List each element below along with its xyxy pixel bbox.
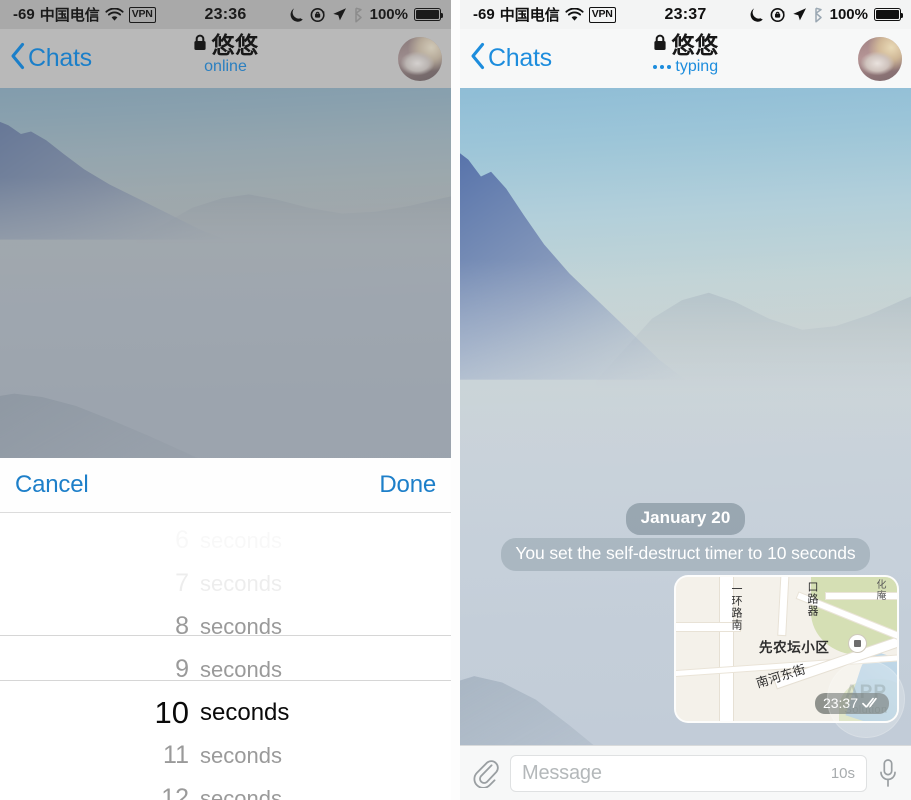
nav-bar-left: Chats 悠悠 online — [0, 29, 451, 88]
message-list[interactable]: January 20 You set the self-destruct tim… — [460, 88, 911, 745]
map-road-label: 口路器 — [806, 581, 818, 617]
contact-status: online — [204, 58, 247, 76]
picker-row-value: 7 — [175, 569, 189, 597]
picker-row-value: 9 — [175, 655, 189, 683]
chevron-left-icon — [9, 41, 26, 76]
wallpaper-main-ridge — [0, 120, 226, 240]
back-label: Chats — [28, 44, 92, 72]
lock-icon — [193, 34, 207, 56]
panel-divider — [451, 0, 460, 800]
battery-full-icon — [874, 8, 904, 21]
wallpaper-haze — [0, 176, 451, 458]
picker-row-unit: seconds — [200, 785, 282, 800]
map-poi-label: 先农坛小区 — [759, 640, 830, 655]
map-location-message[interactable]: 一环路南 口路器 化庵 先农坛小区 南河东街 23:37 — [674, 575, 899, 723]
microphone-icon[interactable] — [878, 758, 898, 789]
chevron-left-icon — [469, 41, 486, 76]
screen-right-chat: -69 中国电信 VPN 23:37 100% Chats 悠悠 typing … — [460, 0, 911, 800]
typing-dots-icon — [652, 64, 672, 70]
picker-row[interactable]: 6 seconds — [0, 519, 451, 562]
status-bar-clock: 23:36 — [204, 5, 247, 23]
contact-status-label: typing — [675, 58, 719, 76]
map-road — [826, 593, 897, 599]
done-button[interactable]: Done — [379, 471, 436, 499]
message-placeholder: Message — [522, 761, 602, 784]
picker-row-value: 11 — [163, 741, 189, 769]
wallpaper-distant-ridge — [135, 192, 451, 266]
picker-row-unit: seconds — [200, 570, 282, 596]
picker-row-unit: seconds — [200, 613, 282, 639]
back-label: Chats — [488, 44, 552, 72]
contact-status-label: online — [204, 58, 247, 76]
picker-row[interactable]: 7 seconds — [0, 562, 451, 605]
picker-rows: 6 seconds 7 seconds 8 seconds 9 seconds 10 second… — [0, 519, 451, 800]
picker-row-value: 12 — [161, 784, 189, 800]
status-bar-right: -69 中国电信 VPN 23:37 100% — [460, 0, 911, 29]
picker-row[interactable]: 12 seconds — [0, 777, 451, 800]
contact-name: 悠悠 — [211, 32, 259, 58]
picker-row[interactable]: 8 seconds — [0, 605, 451, 648]
message-input-bar: Message 10s — [460, 745, 911, 800]
service-message: You set the self-destruct timer to 10 se… — [460, 538, 911, 571]
picker-row-unit: seconds — [200, 698, 290, 726]
picker-row-value: 6 — [175, 526, 189, 554]
self-destruct-timer-label[interactable]: 10s — [831, 765, 855, 782]
lock-icon — [653, 34, 667, 56]
status-bar-clock: 23:37 — [664, 5, 707, 23]
nav-title-row: 悠悠 — [653, 33, 719, 57]
picker-row-unit: seconds — [200, 527, 282, 553]
back-to-chats-button[interactable]: Chats — [0, 41, 92, 76]
contact-avatar[interactable] — [398, 37, 442, 81]
contact-status: typing — [652, 58, 719, 76]
nav-bar-right: Chats 悠悠 typing — [460, 29, 911, 88]
self-destruct-timer-picker-sheet: Cancel Done 6 seconds 7 seconds 8 seconds 9 sec… — [0, 458, 451, 800]
dual-screenshot-stage: -69 中国电信 VPN 23:36 100% Chats 悠悠 online … — [0, 0, 911, 800]
battery-full-icon — [414, 8, 444, 21]
date-separator-label: January 20 — [625, 503, 746, 535]
picker-row-value: 8 — [175, 612, 189, 640]
nav-title-row: 悠悠 — [193, 33, 259, 57]
status-bar-left: -69 中国电信 VPN 23:36 100% — [0, 0, 451, 29]
back-to-chats-button[interactable]: Chats — [460, 41, 552, 76]
message-input[interactable]: Message 10s — [510, 754, 867, 792]
contact-name: 悠悠 — [671, 32, 719, 58]
cancel-button[interactable]: Cancel — [15, 471, 89, 499]
map-poi-icon — [848, 634, 867, 653]
paperclip-icon[interactable] — [473, 758, 499, 788]
service-message-label: You set the self-destruct timer to 10 se… — [501, 538, 870, 571]
double-check-icon — [862, 697, 881, 709]
picker-row[interactable]: 9 seconds — [0, 648, 451, 691]
map-road-label: 化庵 — [874, 579, 885, 601]
wallpaper-foreground-slope — [0, 393, 244, 458]
wallpaper-sky — [0, 88, 451, 458]
avatar-image — [398, 37, 442, 81]
message-timestamp: 23:37 — [822, 695, 858, 711]
chat-wallpaper-left — [0, 88, 451, 458]
map-road-label: 一环路南 — [730, 583, 742, 631]
picker-row-value: 10 — [154, 694, 189, 730]
date-separator: January 20 — [460, 503, 911, 535]
map-road — [778, 577, 789, 636]
picker-row[interactable]: 11 seconds — [0, 734, 451, 777]
screen-left-timer-picker: -69 中国电信 VPN 23:36 100% Chats 悠悠 online … — [0, 0, 451, 800]
contact-avatar[interactable] — [858, 37, 902, 81]
picker-row-unit: seconds — [200, 656, 282, 682]
timer-picker-wheel[interactable]: 6 seconds 7 seconds 8 seconds 9 seconds 10 second… — [0, 513, 451, 800]
picker-row-unit: seconds — [200, 742, 282, 768]
message-meta: 23:37 — [814, 693, 889, 714]
avatar-image — [858, 37, 902, 81]
picker-toolbar: Cancel Done — [0, 458, 451, 513]
picker-row[interactable]: 10 seconds — [0, 691, 451, 734]
